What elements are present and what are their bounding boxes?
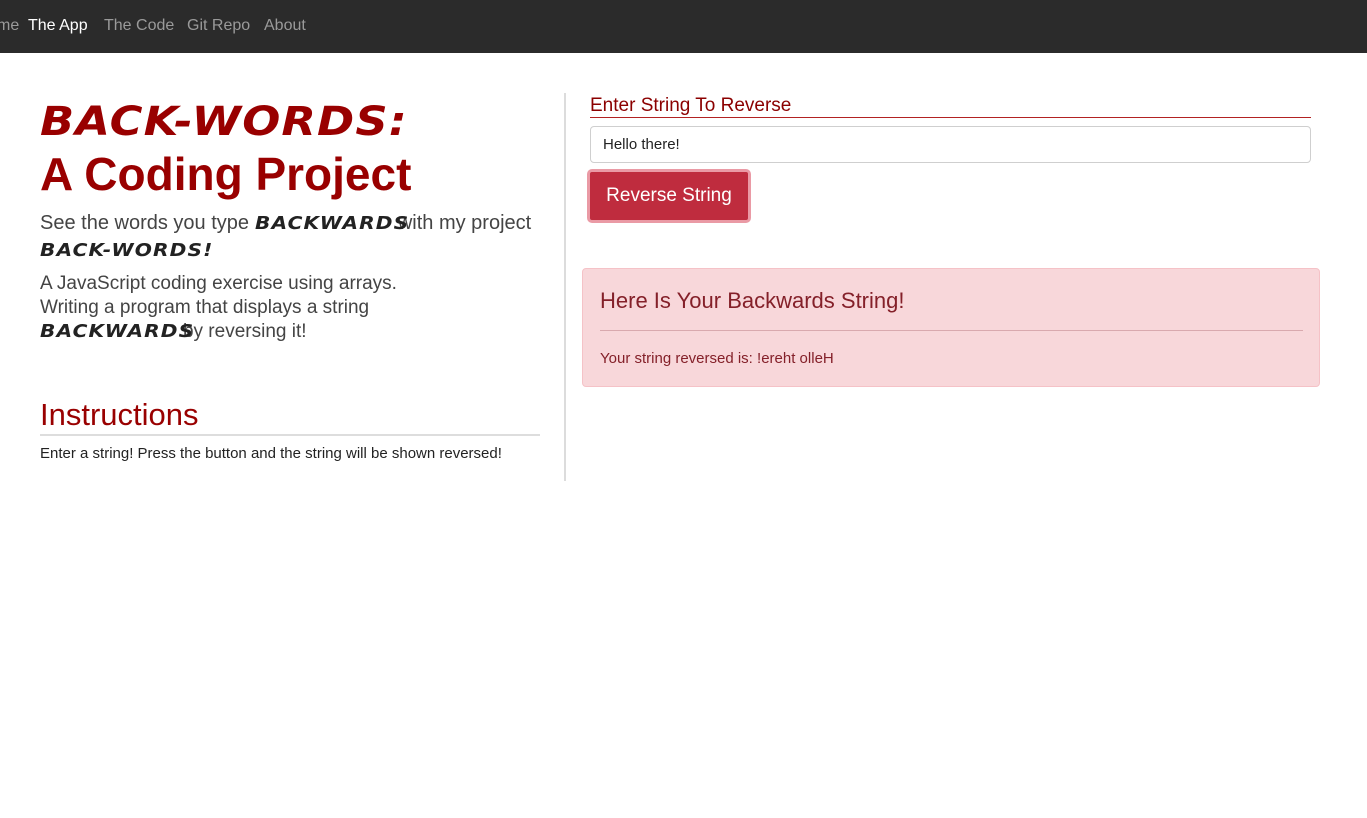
top-navbar: me The App The Code Git Repo About bbox=[0, 0, 1367, 53]
input-label: Enter String To Reverse bbox=[590, 95, 1311, 118]
nav-link-about[interactable]: About bbox=[264, 16, 306, 36]
result-text: Your string reversed is: !ereht olleH bbox=[600, 349, 834, 369]
desc-line-2: Writing a program that displays a string bbox=[40, 297, 370, 318]
desc-brand-backwards: Backwards bbox=[40, 321, 195, 342]
result-alert: Here Is Your Backwards String! Your stri… bbox=[582, 268, 1320, 387]
lead-paragraph: See the words you type Backwards with my… bbox=[40, 210, 540, 264]
desc-line-1: A JavaScript coding exercise using array… bbox=[40, 273, 397, 294]
nav-link-home[interactable]: me bbox=[0, 16, 19, 36]
brand-title: Back-Words: bbox=[40, 100, 407, 144]
instructions-heading: Instructions bbox=[40, 396, 540, 436]
lead-brand-backwords: Back-Words! bbox=[40, 240, 214, 261]
result-heading: Here Is Your Backwards String! bbox=[600, 288, 905, 313]
brand-title-text: Back-Words: bbox=[40, 99, 408, 145]
lead-text-2: with my project bbox=[392, 212, 532, 234]
lead-brand-backwards: Backwards bbox=[254, 213, 409, 234]
result-value: !ereht olleH bbox=[757, 350, 834, 367]
column-divider bbox=[564, 93, 566, 481]
string-input[interactable] bbox=[590, 126, 1311, 163]
reverse-string-button[interactable]: Reverse String bbox=[587, 169, 751, 223]
description-paragraph: A JavaScript coding exercise using array… bbox=[40, 272, 540, 344]
nav-link-the-app[interactable]: The App bbox=[28, 16, 88, 36]
result-prefix: Your string reversed is: bbox=[600, 350, 758, 367]
page-title: A Coding Project bbox=[40, 148, 412, 200]
desc-line-3: by reversing it! bbox=[177, 321, 307, 342]
nav-link-git-repo[interactable]: Git Repo bbox=[187, 16, 250, 36]
nav-link-the-code[interactable]: The Code bbox=[104, 16, 174, 36]
instructions-text: Enter a string! Press the button and the… bbox=[40, 445, 502, 462]
result-divider bbox=[600, 330, 1303, 331]
lead-text-1: See the words you type bbox=[40, 212, 255, 234]
